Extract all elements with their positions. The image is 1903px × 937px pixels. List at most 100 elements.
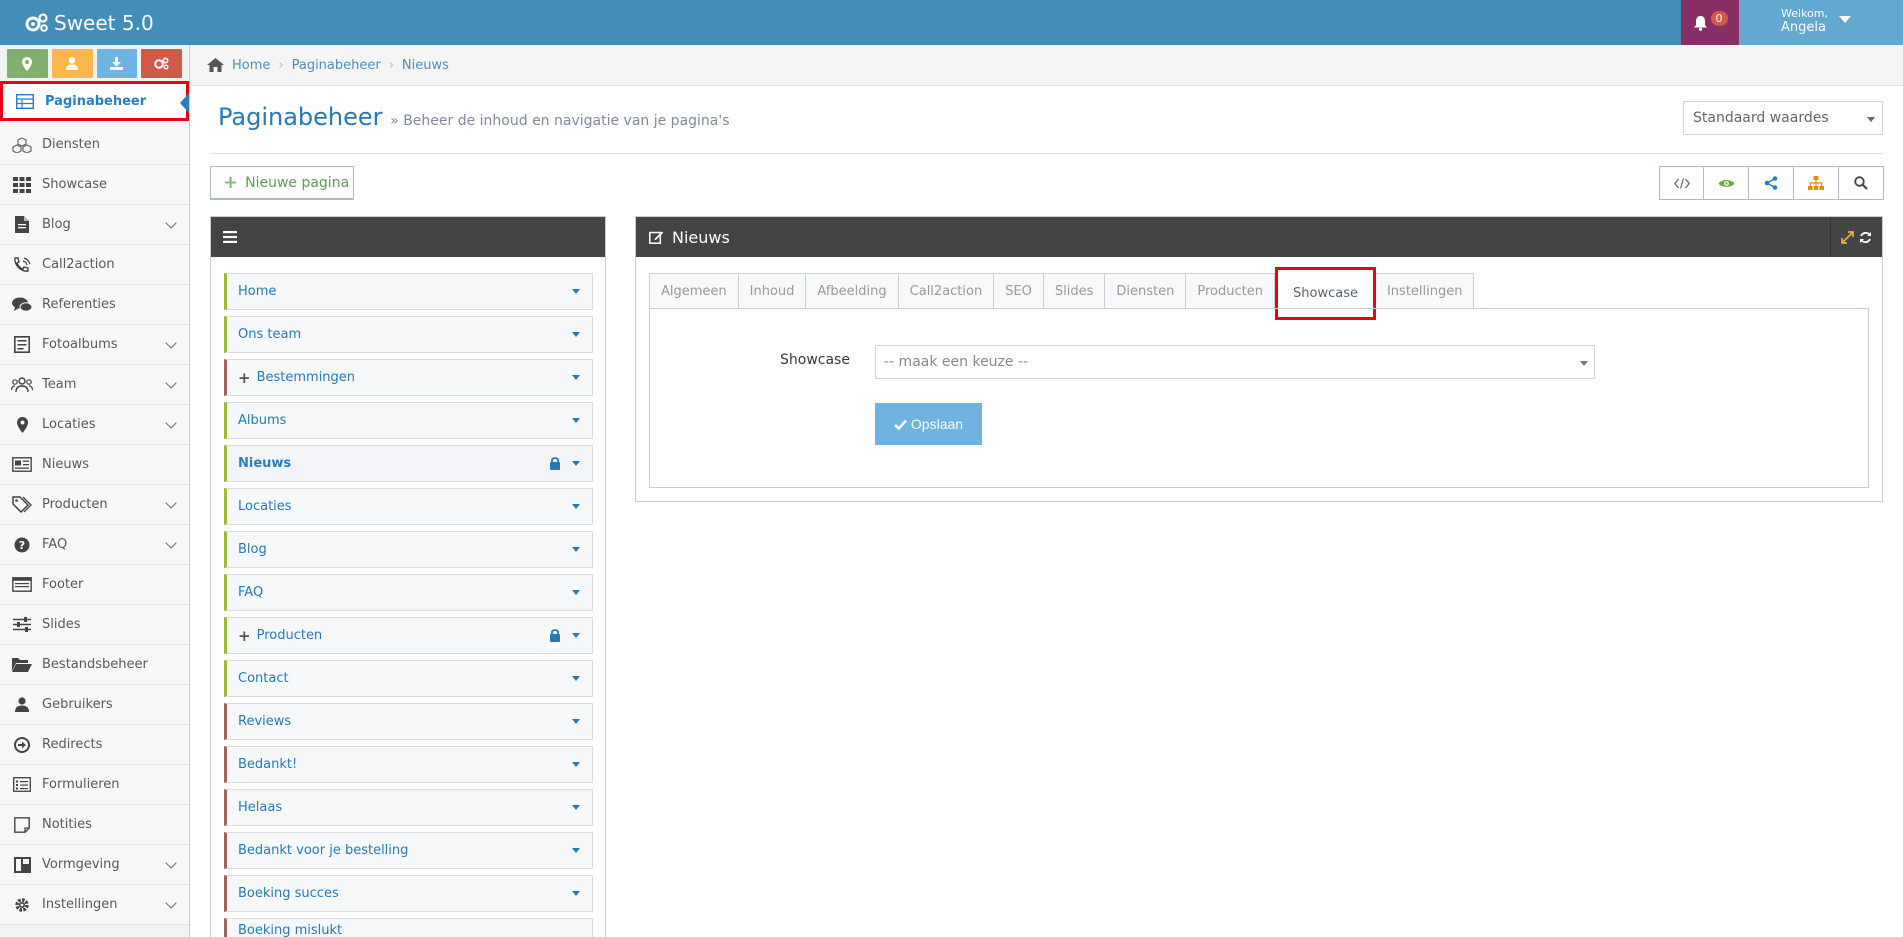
save-button[interactable]: Opslaan	[875, 403, 982, 445]
caret-down-icon[interactable]	[572, 461, 580, 466]
share-button[interactable]	[1749, 166, 1794, 200]
tree-item-bestemmingen[interactable]: + Bestemmingen	[224, 359, 593, 396]
expand-icon[interactable]: +	[238, 369, 251, 387]
home-icon	[207, 58, 224, 72]
notifications-button[interactable]: 0	[1681, 0, 1739, 45]
sidebar-item-gebruikers[interactable]: Gebruikers	[0, 685, 189, 725]
breadcrumb-home[interactable]: Home	[232, 58, 270, 73]
page-toolbar	[1659, 166, 1884, 200]
lock-icon	[550, 457, 560, 470]
tree-item-nieuws[interactable]: Nieuws	[224, 445, 593, 482]
tree-item-reviews[interactable]: Reviews	[224, 703, 593, 740]
caret-down-icon[interactable]	[572, 676, 580, 681]
shortcut-locations-button[interactable]	[7, 49, 48, 78]
tree-item-blog[interactable]: Blog	[224, 531, 593, 568]
default-values-select[interactable]: Standaard waardes	[1683, 101, 1883, 135]
shortcut-settings-button[interactable]	[141, 49, 182, 78]
tree-item-boeking-succes[interactable]: Boeking succes	[224, 875, 593, 912]
sidebar-item-producten[interactable]: Producten	[0, 485, 189, 525]
shortcut-users-button[interactable]	[51, 49, 93, 78]
caret-down-icon[interactable]	[572, 805, 580, 810]
sidebar-item-label: Team	[42, 377, 77, 392]
tree-item-locaties[interactable]: Locaties	[224, 488, 593, 525]
brand[interactable]: Sweet 5.0	[24, 0, 154, 45]
tab-instellingen[interactable]: Instellingen	[1375, 273, 1475, 309]
sidebar-item-footer[interactable]: Footer	[0, 565, 189, 605]
sidebar-item-diensten[interactable]: Diensten	[0, 125, 189, 165]
sidebar-item-formulieren[interactable]: Formulieren	[0, 765, 189, 805]
caret-down-icon[interactable]	[572, 504, 580, 509]
sidebar-item-referenties[interactable]: Referenties	[0, 285, 189, 325]
sidebar-item-team[interactable]: Team	[0, 365, 189, 405]
sidebar-item-label: Notities	[42, 817, 92, 832]
code-button[interactable]	[1659, 166, 1704, 200]
caret-down-icon[interactable]	[572, 547, 580, 552]
tab-slides[interactable]: Slides	[1043, 273, 1106, 309]
new-page-label: Nieuwe pagina	[245, 174, 350, 191]
table-icon	[14, 92, 36, 110]
tree-item-contact[interactable]: Contact	[224, 660, 593, 697]
search-button[interactable]	[1839, 166, 1884, 200]
share-icon	[1764, 176, 1778, 190]
sidebar-item-instellingen[interactable]: Instellingen	[0, 885, 189, 925]
preview-button[interactable]	[1704, 166, 1749, 200]
tab-afbeelding[interactable]: Afbeelding	[806, 273, 899, 309]
file-icon	[11, 216, 33, 234]
arrow-circle-icon	[11, 736, 33, 754]
refresh-icon[interactable]	[1859, 231, 1872, 244]
new-page-button[interactable]: + Nieuwe pagina	[210, 166, 354, 200]
bars-icon[interactable]	[223, 231, 237, 243]
tree-item-boeking-mislukt[interactable]: Boeking mislukt	[224, 918, 593, 937]
tab-diensten[interactable]: Diensten	[1105, 273, 1187, 309]
caret-down-icon[interactable]	[572, 590, 580, 595]
sidebar-item-locaties[interactable]: Locaties	[0, 405, 189, 445]
user-menu[interactable]: Welkom, Angela	[1739, 0, 1903, 45]
sidebar-item-redirects[interactable]: Redirects	[0, 725, 189, 765]
sidebar-item-vormgeving[interactable]: Vormgeving	[0, 845, 189, 885]
tree-item-label: Nieuws	[238, 456, 292, 471]
caret-down-icon[interactable]	[572, 289, 580, 294]
tab-call2action[interactable]: Call2action	[898, 273, 995, 309]
tree-item-helaas[interactable]: Helaas	[224, 789, 593, 826]
sidebar-item-slides[interactable]: Slides	[0, 605, 189, 645]
sidebar-item-nieuws[interactable]: Nieuws	[0, 445, 189, 485]
sidebar-item-showcase[interactable]: Showcase	[0, 165, 189, 205]
caret-down-icon[interactable]	[572, 375, 580, 380]
tree-item-bedankt[interactable]: Bedankt!	[224, 746, 593, 783]
svg-text:?: ?	[19, 539, 25, 552]
tab-seo[interactable]: SEO	[994, 273, 1044, 309]
notifications-badge: 0	[1710, 11, 1728, 26]
sidebar-item-notities[interactable]: Notities	[0, 805, 189, 845]
sitemap-button[interactable]	[1794, 166, 1839, 200]
tree-item-faq[interactable]: FAQ	[224, 574, 593, 611]
tab-algemeen[interactable]: Algemeen	[649, 273, 739, 309]
tree-item-producten[interactable]: + Producten	[224, 617, 593, 654]
caret-down-icon[interactable]	[572, 762, 580, 767]
tree-item-ons-team[interactable]: Ons team	[224, 316, 593, 353]
breadcrumb-paginabeheer[interactable]: Paginabeheer	[292, 58, 381, 73]
tree-item-label: Albums	[238, 413, 287, 428]
caret-down-icon[interactable]	[572, 633, 580, 638]
sidebar-item-bestandsbeheer[interactable]: Bestandsbeheer	[0, 645, 189, 685]
sidebar-item-faq[interactable]: ? FAQ	[0, 525, 189, 565]
caret-down-icon[interactable]	[572, 332, 580, 337]
tab-inhoud[interactable]: Inhoud	[738, 273, 807, 309]
tree-item-label: Helaas	[238, 800, 283, 815]
expand-icon[interactable]	[1841, 230, 1854, 244]
caret-down-icon[interactable]	[572, 891, 580, 896]
sidebar-item-blog[interactable]: Blog	[0, 205, 189, 245]
sidebar-item-call2action[interactable]: Call2action	[0, 245, 189, 285]
expand-icon[interactable]: +	[238, 627, 251, 645]
caret-down-icon[interactable]	[572, 848, 580, 853]
tree-item-albums[interactable]: Albums	[224, 402, 593, 439]
caret-down-icon[interactable]	[572, 719, 580, 724]
comments-icon	[11, 296, 33, 314]
tree-item-home[interactable]: Home	[224, 273, 593, 310]
showcase-select[interactable]: -- maak een keuze --	[875, 345, 1595, 379]
sidebar-item-fotoalbums[interactable]: Fotoalbums	[0, 325, 189, 365]
tree-item-bedankt-bestelling[interactable]: Bedankt voor je bestelling	[224, 832, 593, 869]
tab-producten[interactable]: Producten	[1186, 273, 1275, 309]
shortcut-download-button[interactable]	[96, 49, 138, 78]
sidebar-item-paginabeheer[interactable]: Paginabeheer	[0, 81, 189, 121]
caret-down-icon[interactable]	[572, 418, 580, 423]
